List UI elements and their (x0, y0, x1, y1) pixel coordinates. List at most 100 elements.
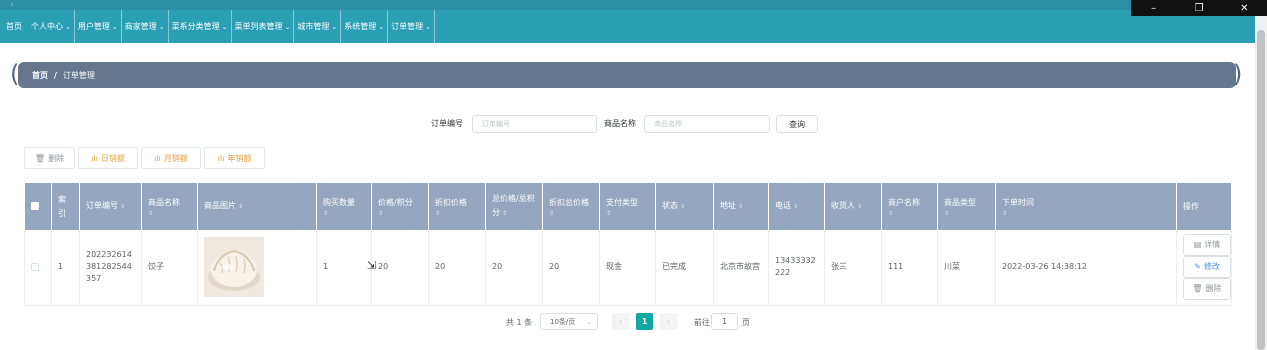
product-name-input[interactable]: 商品名称 (644, 115, 770, 133)
sort-icon[interactable]: ⇕ (549, 210, 593, 218)
nav-user-management[interactable]: 用户管理 ⌄ (75, 10, 122, 43)
scrollbar-thumb[interactable] (1257, 30, 1265, 350)
nav-merchant-management[interactable]: 商家管理 ⌄ (122, 10, 169, 43)
header-product-name[interactable]: 商品名称 ⇕ (141, 183, 198, 230)
sort-icon[interactable]: ⇕ (888, 210, 931, 218)
header-phone[interactable]: 电话 ⇕ (768, 183, 825, 230)
cell-discount-total: 20 (542, 230, 600, 306)
restore-icon[interactable]: ❐ (1189, 3, 1209, 14)
cell-status: 已完成 (655, 230, 714, 306)
sort-icon[interactable]: ⇕ (1002, 210, 1170, 218)
sort-icon[interactable]: ⇕ (738, 203, 743, 210)
bar-chart-icon: ılı (91, 153, 98, 163)
order-no-input[interactable]: 订单编号 (472, 115, 597, 133)
header-address[interactable]: 地址 ⇕ (713, 183, 769, 230)
order-no-label: 订单编号 (431, 119, 463, 128)
header-status[interactable]: 状态 ⇕ (655, 183, 714, 230)
cell-category: 川菜 (937, 230, 996, 306)
cell-total-points: 20 (485, 230, 543, 306)
sort-icon[interactable]: ⇕ (238, 203, 243, 210)
header-receiver[interactable]: 收货人 ⇕ (824, 183, 882, 230)
mouse-cursor-icon: ⇲ (367, 259, 377, 272)
window-controls: – ❐ ✕ (1131, 0, 1267, 16)
nav-menu-list[interactable]: 菜单列表管理 ⌄ (232, 10, 295, 43)
table-row: 1 202232614381282544357 饺子 1 20 20 20 20… (24, 230, 1232, 306)
sort-icon[interactable]: ⇕ (120, 203, 125, 210)
sort-icon[interactable]: ⇕ (857, 203, 862, 210)
goto-label: 前往 (694, 318, 710, 327)
breadcrumb: 首页 / 订单管理 (18, 62, 1236, 88)
minimize-icon[interactable]: – (1144, 3, 1164, 14)
cell-quantity: 1 (316, 230, 372, 306)
header-payment-type[interactable]: 支付类型 ⇕ (599, 183, 656, 230)
goto-page-input[interactable]: 1 (711, 313, 738, 330)
row-select-cell (24, 230, 52, 306)
daily-sales-button[interactable]: ılı 日销额 (78, 147, 138, 169)
page-size-select[interactable]: 10条/页 ⌄ (540, 313, 598, 330)
delete-button[interactable]: 🗑 删除 (1183, 278, 1231, 301)
header-merchant[interactable]: 商户名称 ⇕ (881, 183, 938, 230)
close-icon[interactable]: ✕ (1234, 3, 1254, 14)
edit-icon: ✎ (1194, 262, 1201, 272)
nav-cuisine-category[interactable]: 菜系分类管理 ⌄ (169, 10, 232, 43)
cell-phone: 13433332222 (768, 230, 825, 306)
monthly-sales-button[interactable]: ılı 月销额 (141, 147, 201, 169)
sort-icon[interactable]: ⇕ (680, 203, 685, 210)
page-number-button[interactable]: 1 (636, 313, 653, 330)
document-icon: ▤ (1193, 240, 1202, 250)
cell-address: 北京市故宫 (713, 230, 769, 306)
query-button[interactable]: 查询 (776, 115, 818, 133)
header-discount-total[interactable]: 折扣总价格 ⇕ (542, 183, 600, 230)
nav-personal-center[interactable]: 个人中心 ⌄ (28, 10, 75, 43)
header-order-time[interactable]: 下单时间 ⇕ (995, 183, 1177, 230)
select-all-checkbox[interactable] (30, 202, 39, 210)
cell-payment-type: 现金 (599, 230, 656, 306)
chevron-down-icon: ⌄ (586, 317, 592, 326)
sort-icon[interactable]: ⇕ (148, 210, 191, 218)
next-page-button[interactable]: › (660, 313, 677, 330)
row-checkbox[interactable] (31, 262, 39, 271)
sort-icon[interactable]: ⇕ (323, 210, 365, 218)
trash-icon: 🗑 (34, 153, 46, 163)
breadcrumb-current: 订单管理 (62, 70, 95, 80)
header-category[interactable]: 商品类型 ⇕ (937, 183, 996, 230)
cell-product-name: 饺子 (141, 230, 198, 306)
page-suffix: 页 (742, 318, 750, 327)
nav-order-management[interactable]: 订单管理 ⌄ (388, 10, 435, 43)
header-product-image[interactable]: 商品图片 ⇕ (197, 183, 317, 230)
back-icon[interactable]: ‹ (10, 0, 14, 10)
cell-product-image (197, 230, 317, 306)
table-header-row: 索引 订单编号 ⇕ 商品名称 ⇕ 商品图片 ⇕ 购买数量 ⇕ 价格/积分 ⇕ 折扣价格 ⇕ … (24, 183, 1232, 230)
prev-page-button[interactable]: ‹ (612, 313, 629, 330)
yearly-sales-button[interactable]: ılı 年销额 (204, 147, 265, 169)
nav-city-management[interactable]: 城市管理 ⌄ (294, 10, 342, 43)
sort-icon[interactable]: ⇕ (502, 210, 507, 217)
header-total-points[interactable]: 总价格/总积分 ⇕ (485, 183, 543, 230)
batch-delete-button[interactable]: 🗑 删除 (24, 147, 75, 169)
header-price-points[interactable]: 价格/积分 ⇕ (371, 183, 429, 230)
dumpling-image[interactable] (204, 237, 264, 298)
chevron-down-icon: ⌄ (425, 22, 431, 31)
cell-merchant: 111 (881, 230, 938, 306)
header-index: 索引 (51, 183, 80, 230)
breadcrumb-home[interactable]: 首页 (32, 70, 48, 81)
top-nav: 首页 个人中心 ⌄ 用户管理 ⌄ 商家管理 ⌄ 菜系分类管理 ⌄ 菜单列表管理 ⌄ 城市管… (0, 10, 1255, 43)
nav-system-management[interactable]: 系统管理 ⌄ (341, 10, 389, 43)
header-discount-price[interactable]: 折扣价格 ⇕ (428, 183, 486, 230)
sort-icon[interactable]: ⇕ (378, 210, 422, 218)
sort-icon[interactable]: ⇕ (944, 210, 989, 218)
header-quantity[interactable]: 购买数量 ⇕ (316, 183, 372, 230)
cell-price-points: 20 (371, 230, 429, 306)
nav-home[interactable]: 首页 (0, 10, 28, 43)
edit-button[interactable]: ✎ 修改 (1183, 256, 1231, 279)
sort-icon[interactable]: ⇕ (606, 210, 649, 218)
trash-icon: 🗑 (1192, 284, 1203, 294)
orders-table: 索引 订单编号 ⇕ 商品名称 ⇕ 商品图片 ⇕ 购买数量 ⇕ 价格/积分 ⇕ 折扣价格 ⇕ … (24, 183, 1232, 306)
sort-icon[interactable]: ⇕ (435, 210, 479, 218)
header-order-no[interactable]: 订单编号 ⇕ (79, 183, 142, 230)
header-actions: 操作 (1176, 183, 1232, 230)
detail-button[interactable]: ▤ 详情 (1183, 234, 1231, 257)
vertical-scrollbar[interactable] (1255, 16, 1267, 350)
chevron-down-icon: ⌄ (378, 22, 385, 31)
sort-icon[interactable]: ⇕ (793, 203, 798, 210)
